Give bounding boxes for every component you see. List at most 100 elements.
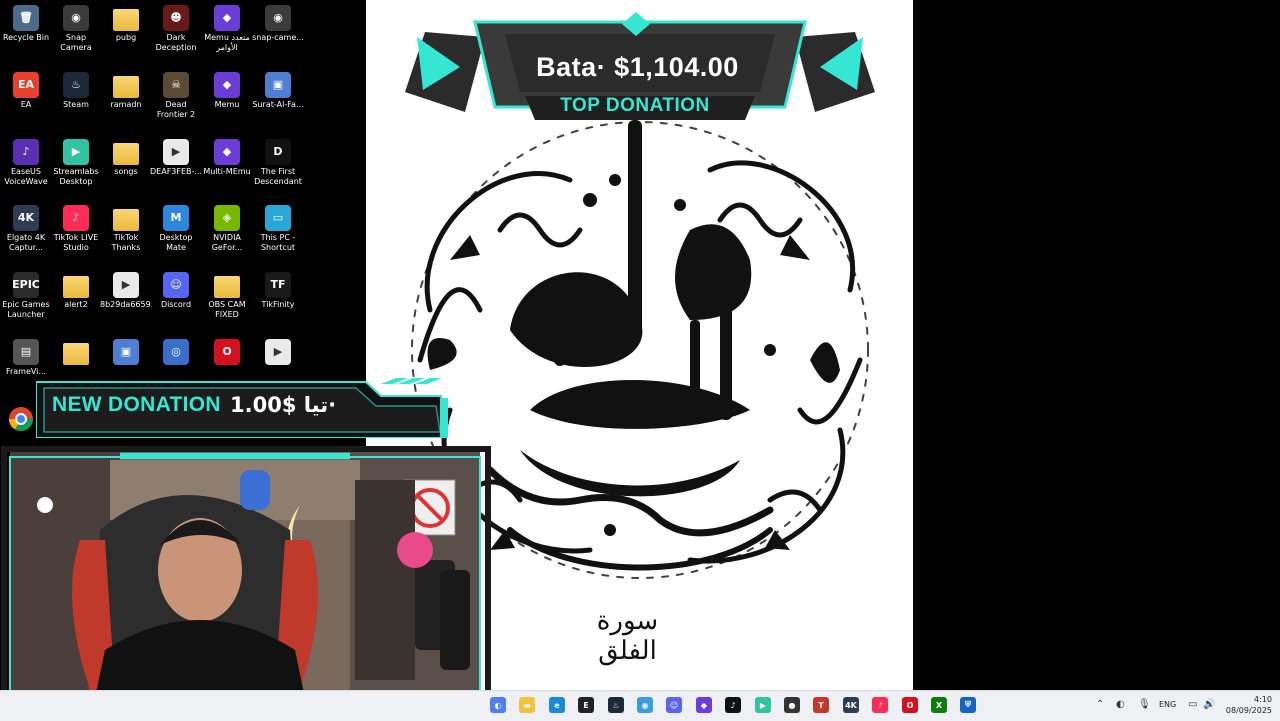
copilot-icon[interactable]: ◐: [490, 697, 506, 713]
desktop-icon-label: Discord: [160, 300, 192, 309]
desktop-icon[interactable]: ☠ Dead Frontier 2: [150, 72, 202, 120]
desktop-icon[interactable]: ◆ Multi-MEmu: [201, 139, 253, 177]
desktop-icon-label: TikFinity: [261, 300, 295, 309]
desktop-icon-image: ◉: [265, 5, 291, 31]
edge-icon[interactable]: e: [549, 697, 565, 713]
desktop-icon-label: The First Descendant: [254, 167, 302, 186]
desktop-icon[interactable]: ♨ Steam: [50, 72, 102, 110]
clock[interactable]: 4:10 08/09/2025: [1220, 694, 1272, 716]
desktop-icon[interactable]: ▶ Streamlabs Desktop: [50, 139, 102, 187]
desktop-icon-label: Elgato 4K Captur...: [6, 233, 46, 252]
desktop-icon[interactable]: OBS CAM FIXED: [201, 272, 253, 320]
obs-icon[interactable]: ●: [784, 697, 800, 713]
desktop-icon-image: [113, 9, 139, 31]
desktop-icon-image: EA: [13, 72, 39, 98]
desktop-icon-image: ▶: [63, 139, 89, 165]
chrome-icon[interactable]: ◉: [637, 697, 653, 713]
opera-icon[interactable]: O: [902, 697, 918, 713]
desktop-icon-label: OBS CAM FIXED: [208, 300, 246, 319]
desktop-icon[interactable]: ◆ Memu: [201, 72, 253, 110]
desktop-icon-label: FrameVi...: [5, 367, 47, 376]
desktop-icon-label: Surat-Al-Fa...: [252, 100, 304, 109]
elgato-icon[interactable]: 4K: [843, 697, 859, 713]
desktop-icon[interactable]: ☻ Dark Deception: [150, 5, 202, 53]
desktop-icon[interactable]: ▶ DEAF3FEB-...: [150, 139, 202, 177]
desktop-icon[interactable]: ▣: [100, 339, 152, 367]
tikfinity-icon[interactable]: T: [813, 697, 829, 713]
chrome-icon[interactable]: [8, 406, 34, 432]
desktop-icon[interactable]: ◉ Snap Camera: [50, 5, 102, 53]
language-indicator[interactable]: ENG: [1159, 700, 1176, 709]
desktop-icon-image: O: [214, 339, 240, 365]
chevron-up-icon[interactable]: ⌃: [1096, 699, 1104, 710]
desktop-icon-image: 4K: [13, 205, 39, 231]
desktop-icon-image: ▭: [265, 205, 291, 231]
desktop-icon[interactable]: ▶: [252, 339, 304, 367]
streamlabs-icon[interactable]: ▶: [755, 697, 771, 713]
desktop-icon-image: ☻: [163, 5, 189, 31]
desktop-icon[interactable]: pubg: [100, 5, 152, 43]
desktop-icon-image: ▶: [163, 139, 189, 165]
desktop-icon[interactable]: ♪ EaseUS VoiceWave: [0, 139, 52, 187]
desktop-icon[interactable]: ramadn: [100, 72, 152, 110]
desktop-icon-image: ♪: [63, 205, 89, 231]
desktop-icon-label: TikTok LIVE Studio: [53, 233, 99, 252]
desktop-icon-image: ◆: [214, 72, 240, 98]
desktop-icon-label: ramadn: [110, 100, 142, 109]
surah-title-label: سورة الفلق: [596, 606, 659, 666]
desktop-icon[interactable]: ◎: [150, 339, 202, 367]
desktop-icon-label: Dead Frontier 2: [156, 100, 196, 119]
desktop-icon[interactable]: ☺ Discord: [150, 272, 202, 310]
memu-icon[interactable]: ◆: [696, 697, 712, 713]
desktop-icon-image: [63, 343, 89, 365]
desktop-icon-image: ◈: [214, 205, 240, 231]
webcam-feed: [10, 450, 480, 698]
desktop-icon-label: Recycle Bin: [2, 33, 50, 42]
desktop-icon[interactable]: ◈ NVIDIA GeFor...: [201, 205, 253, 253]
desktop-icon[interactable]: EPIC Epic Games Launcher: [0, 272, 52, 320]
desktop-icon[interactable]: M Desktop Mate: [150, 205, 202, 253]
desktop-icon-image: ▣: [113, 339, 139, 365]
volume-icon[interactable]: 🔊: [1203, 699, 1215, 710]
desktop-icon[interactable]: O: [201, 339, 253, 367]
desktop-icon[interactable]: 4K Elgato 4K Captur...: [0, 205, 52, 253]
desktop-icon[interactable]: D The First Descendant: [252, 139, 304, 187]
file-explorer-icon[interactable]: ▬: [519, 697, 535, 713]
desktop-icon-label: snap-came...: [252, 33, 304, 42]
tiktok-icon[interactable]: ♪: [725, 697, 741, 713]
desktop-icon-image: TF: [265, 272, 291, 298]
desktop-icon-label: pubg: [115, 33, 137, 42]
desktop-icon-image: ▶: [113, 272, 139, 298]
desktop-icon[interactable]: alert2: [50, 272, 102, 310]
clock-date: 08/09/2025: [1225, 706, 1272, 715]
desktop-icon[interactable]: songs: [100, 139, 152, 177]
xbox-icon[interactable]: X: [931, 697, 947, 713]
microphone-icon[interactable]: 🎙: [1138, 699, 1151, 710]
desktop-icon[interactable]: [50, 339, 102, 367]
desktop-icon-label: songs: [114, 167, 138, 176]
desktop-icon[interactable]: ▤ FrameVi...: [0, 339, 52, 377]
desktop-icon-label: This PC - Shortcut: [260, 233, 296, 252]
discord-icon[interactable]: ☺: [666, 697, 682, 713]
steam-icon[interactable]: ♨: [608, 697, 624, 713]
desktop-icon[interactable]: ♪ TikTok LIVE Studio: [50, 205, 102, 253]
desktop-icon-label: EA: [20, 100, 32, 109]
desktop-icon[interactable]: EA EA: [0, 72, 52, 110]
desktop-icon[interactable]: ▣ Surat-Al-Fa...: [252, 72, 304, 110]
display-icon[interactable]: ▭: [1188, 699, 1197, 710]
desktop-icon[interactable]: ▶ 8b29da6659...: [100, 272, 152, 310]
desktop-icon[interactable]: ◆ Memu متعدد الأوامر: [201, 5, 253, 53]
desktop-icon[interactable]: ▭ This PC - Shortcut: [252, 205, 304, 253]
defender-icon[interactable]: ⛨: [960, 697, 976, 713]
desktop-icon-image: ◉: [63, 5, 89, 31]
network-tray-icon[interactable]: ◐: [1116, 699, 1125, 710]
desktop-icon-image: D: [265, 139, 291, 165]
desktop-icon[interactable]: ◉ snap-came...: [252, 5, 304, 43]
desktop-icon[interactable]: TF TikFinity: [252, 272, 304, 310]
desktop-icon-label: Memu: [214, 100, 240, 109]
desktop-icon-image: ☺: [163, 272, 189, 298]
tiktok-live-icon[interactable]: ♪: [872, 697, 888, 713]
desktop-icon[interactable]: 🗑 Recycle Bin: [0, 5, 52, 43]
desktop-icon[interactable]: TikTok Thanks: [100, 205, 152, 253]
epic-games-icon[interactable]: E: [578, 697, 594, 713]
